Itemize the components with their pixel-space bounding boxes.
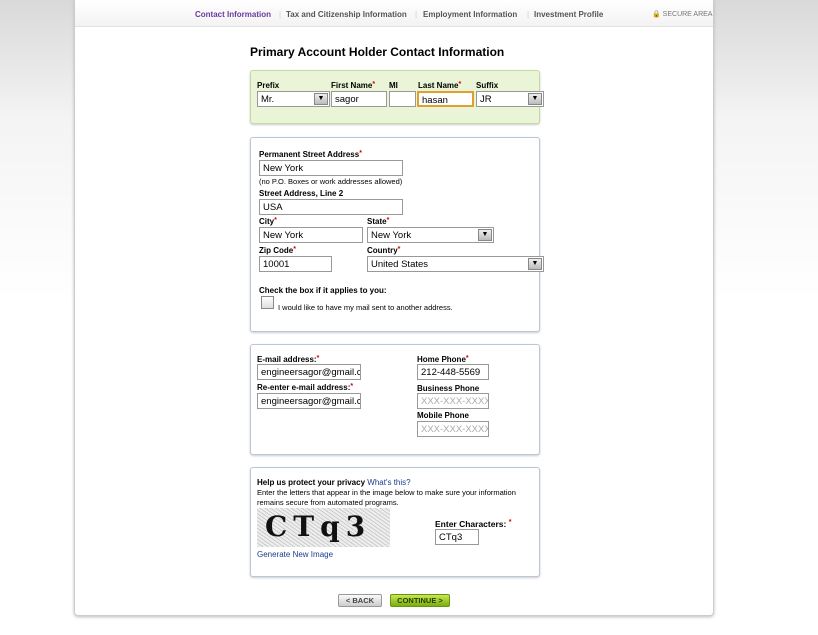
last-name-input[interactable]: hasan (417, 91, 474, 107)
tab-investment-profile[interactable]: Investment Profile (534, 10, 603, 19)
line2-label: Street Address, Line 2 (259, 189, 344, 198)
first-name-label: First Name* (331, 81, 376, 90)
chevron-down-icon: ▼ (528, 93, 542, 105)
email-input[interactable]: engineersagor@gmail.co (257, 364, 361, 380)
page-title: Primary Account Holder Contact Informati… (250, 45, 505, 59)
state-select[interactable]: New York ▼ (367, 227, 494, 243)
line2-input[interactable]: USA (259, 199, 403, 215)
mi-label: MI (389, 81, 398, 90)
business-phone-input[interactable]: XXX-XXX-XXXX (417, 393, 489, 409)
tab-employment[interactable]: Employment Information (423, 10, 517, 19)
name-section: Prefix Mr. ▼ First Name* sagor MI Last Na… (250, 70, 544, 124)
email-label: E-mail address:* (257, 355, 320, 364)
captcha-image: CTq3 (257, 508, 390, 547)
alt-mail-label: I would like to have my mail sent to ano… (278, 303, 453, 312)
suffix-select[interactable]: JR ▼ (476, 91, 544, 107)
chevron-down-icon: ▼ (478, 229, 492, 241)
prefix-label: Prefix (257, 81, 280, 90)
continue-button[interactable]: CONTINUE > (390, 594, 450, 607)
chevron-down-icon: ▼ (314, 93, 328, 105)
street-label: Permanent Street Address* (259, 150, 362, 159)
lock-icon: 🔒 (652, 11, 661, 18)
contact-section: E-mail address:* engineersagor@gmail.co … (250, 344, 540, 455)
city-input[interactable]: New York (259, 227, 363, 243)
country-select[interactable]: United States ▼ (367, 256, 544, 272)
captcha-heading: Help us protect your privacy (257, 478, 366, 487)
mi-input[interactable] (389, 91, 416, 107)
home-phone-label: Home Phone* (417, 355, 469, 364)
tab-contact-information[interactable]: Contact Information (195, 10, 271, 19)
form-page: Contact Information | Tax and Citizenshi… (74, 0, 714, 616)
country-label: Country* (367, 246, 401, 255)
zip-input[interactable]: 10001 (259, 256, 332, 272)
address-section: Permanent Street Address* New York (no P… (250, 137, 544, 332)
first-name-input[interactable]: sagor (331, 91, 387, 107)
mobile-phone-label: Mobile Phone (417, 411, 469, 420)
last-name-label: Last Name* (418, 81, 462, 90)
captcha-input[interactable]: CTq3 (435, 529, 479, 545)
street-note: (no P.O. Boxes or work addresses allowed… (259, 177, 403, 186)
tab-tax-citizenship[interactable]: Tax and Citizenship Information (286, 10, 407, 19)
street-input[interactable]: New York (259, 160, 403, 176)
enter-characters-label: Enter Characters: * (435, 519, 512, 529)
email2-input[interactable]: engineersagor@gmail.co (257, 393, 361, 409)
mobile-phone-input[interactable]: XXX-XXX-XXXX (417, 421, 489, 437)
home-phone-input[interactable]: 212-448-5569 (417, 364, 489, 380)
secure-area: 🔒 SECURE AREA (652, 11, 713, 18)
whats-this-link[interactable]: What's this? (367, 478, 410, 487)
progress-nav: Contact Information | Tax and Citizenshi… (75, 0, 713, 27)
captcha-instructions: Enter the letters that appear in the ima… (257, 488, 516, 507)
alt-mail-checkbox[interactable] (261, 296, 274, 309)
suffix-label: Suffix (476, 81, 499, 90)
email2-label: Re-enter e-mail address:* (257, 383, 354, 392)
check-heading: Check the box if it applies to you: (259, 286, 387, 295)
back-button[interactable]: < BACK (338, 594, 382, 607)
prefix-select[interactable]: Mr. ▼ (257, 91, 330, 107)
generate-new-image-link[interactable]: Generate New Image (257, 550, 333, 559)
state-label: State* (367, 217, 390, 226)
city-label: City* (259, 217, 277, 226)
captcha-section: Help us protect your privacy What's this… (250, 467, 540, 577)
chevron-down-icon: ▼ (528, 258, 542, 270)
zip-label: Zip Code* (259, 246, 296, 255)
business-phone-label: Business Phone (417, 384, 480, 393)
